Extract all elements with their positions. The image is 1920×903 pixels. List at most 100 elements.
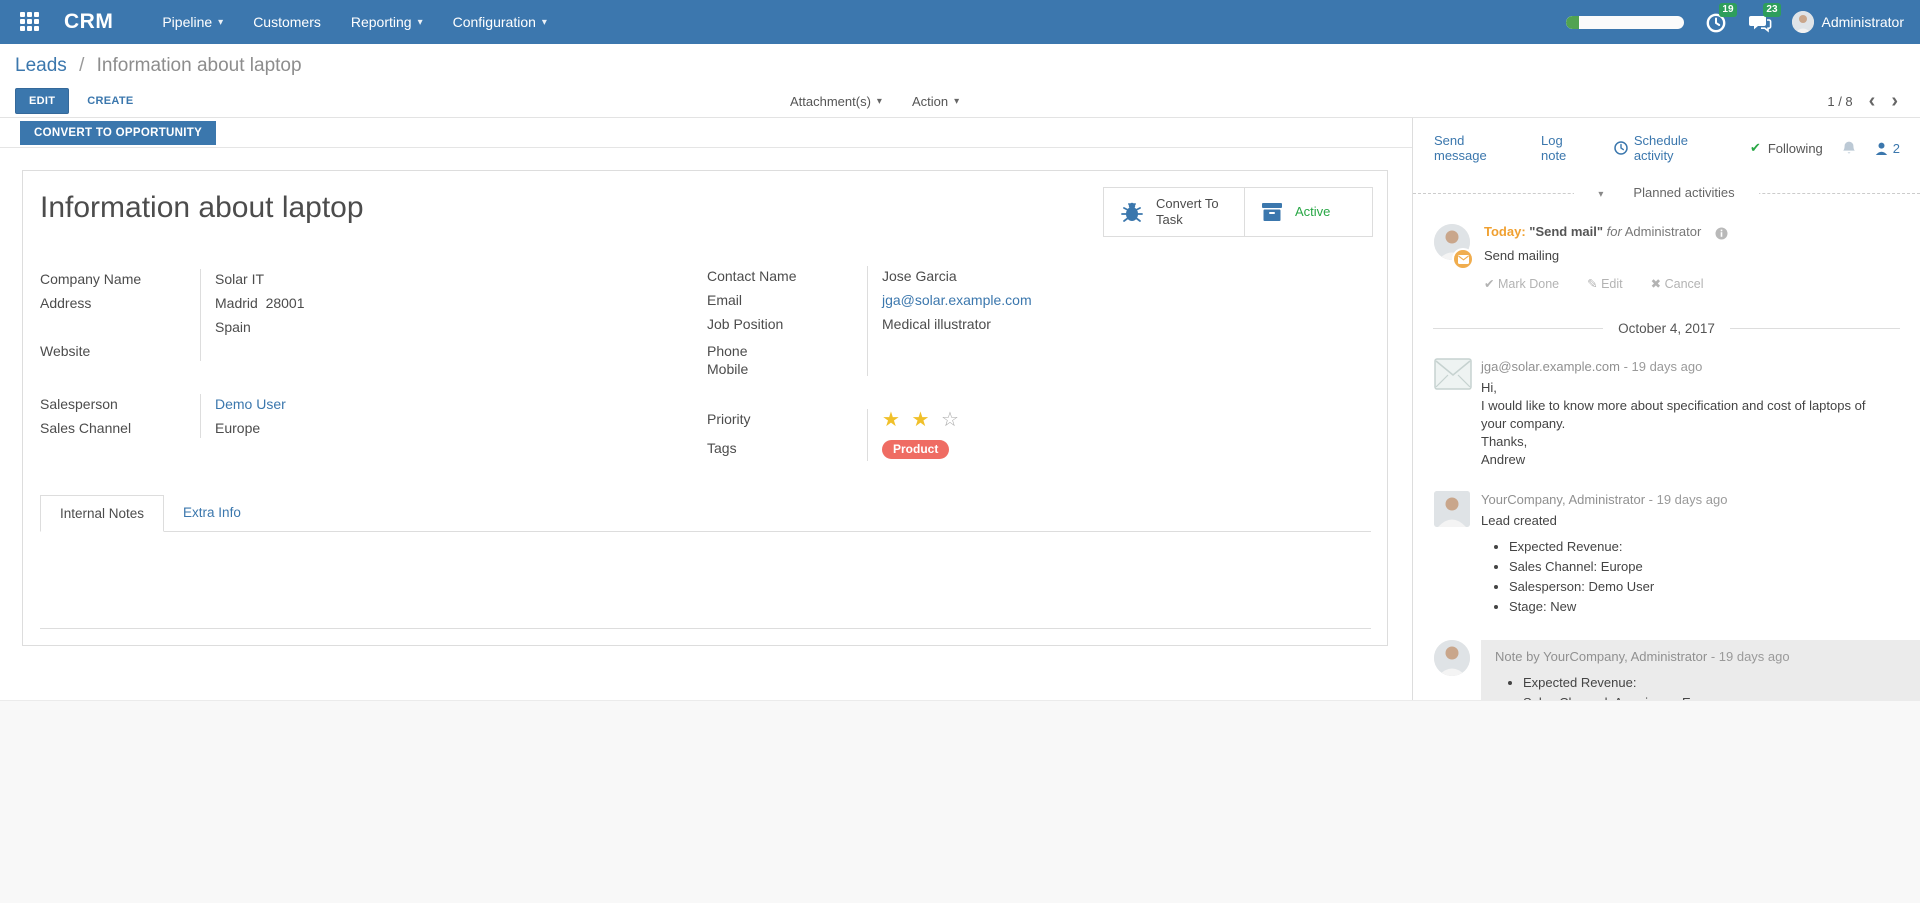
edit-activity-button[interactable]: ✎ Edit	[1587, 276, 1623, 291]
company-name-value[interactable]: Solar IT	[200, 267, 264, 291]
star-filled-icon[interactable]: ★	[912, 409, 933, 431]
tracking-value: Sales Channel: Europe	[1509, 558, 1890, 576]
sales-info-group: Salesperson Demo User Sales Channel Euro…	[40, 392, 670, 440]
field-tags: Tags Product	[707, 436, 1147, 463]
field-company-name: Company Name Solar IT	[40, 267, 670, 291]
attachments-dropdown[interactable]: Attachment(s) ▾	[790, 94, 882, 109]
activity-summary-line: Today: "Send mail" for Administrator	[1484, 224, 1728, 241]
field-address: Address Madrid 28001	[40, 291, 670, 315]
message-time: - 19 days ago	[1711, 649, 1790, 664]
edit-button[interactable]: EDIT	[15, 88, 69, 114]
breadcrumb-current: Information about laptop	[97, 55, 302, 76]
mark-done-button[interactable]: ✔ Mark Done	[1484, 276, 1559, 291]
message-author[interactable]: YourCompany, Administrator	[1481, 492, 1645, 507]
bell-icon[interactable]	[1841, 140, 1857, 156]
message-lead-created: YourCompany, Administrator - 19 days ago…	[1413, 479, 1920, 628]
tab-internal-notes[interactable]: Internal Notes	[40, 495, 164, 532]
convert-to-opportunity-button[interactable]: CONVERT TO OPPORTUNITY	[20, 121, 216, 145]
schedule-activity-button[interactable]: Schedule activity	[1614, 133, 1725, 163]
info-icon[interactable]	[1715, 226, 1728, 241]
tracking-value: Expected Revenue:	[1523, 674, 1906, 692]
pager-value: 1 / 8	[1827, 94, 1852, 109]
tracking-value: Expected Revenue:	[1509, 538, 1890, 556]
stat-buttons: Convert To Task Active	[1103, 187, 1373, 237]
following-toggle[interactable]: ✔ Following	[1750, 140, 1823, 156]
planned-activities-header: ▾Planned activities	[1413, 185, 1920, 200]
active-toggle-button[interactable]: Active	[1244, 188, 1372, 236]
user-name: Administrator	[1822, 14, 1904, 30]
followers-button[interactable]: 2	[1875, 141, 1900, 156]
field-mobile: Mobile	[707, 360, 1147, 378]
app-title: CRM	[64, 10, 113, 34]
message-author[interactable]: jga@solar.example.com	[1481, 359, 1620, 374]
form-sheet: Information about laptop Convert To Task…	[22, 170, 1388, 646]
activities-systray-button[interactable]: 19	[1704, 10, 1728, 34]
tab-extra-info[interactable]: Extra Info	[164, 495, 260, 531]
apps-menu-icon[interactable]	[20, 12, 40, 32]
field-sales-channel: Sales Channel Europe	[40, 416, 670, 440]
systray-progressbar	[1566, 16, 1684, 29]
message-author[interactable]: Note by YourCompany, Administrator	[1495, 649, 1707, 664]
log-note-button[interactable]: Log note	[1541, 133, 1589, 163]
menu-configuration[interactable]: Configuration ▾	[438, 0, 562, 44]
priority-stars[interactable]: ★ ★ ☆	[867, 407, 962, 433]
create-button[interactable]: CREATE	[81, 89, 139, 113]
message-body-line: Andrew	[1481, 451, 1890, 469]
star-empty-icon[interactable]: ☆	[941, 409, 962, 431]
field-address-country: Spain	[40, 315, 670, 339]
priority-tags-group: Priority ★ ★ ☆ Tags Product	[707, 407, 1147, 463]
menu-reporting[interactable]: Reporting ▾	[336, 0, 438, 44]
website-value[interactable]	[200, 339, 215, 347]
send-message-button[interactable]: Send message	[1434, 133, 1516, 163]
field-job-position: Job Position Medical illustrator	[707, 312, 1147, 336]
notebook: Internal Notes Extra Info	[40, 495, 1371, 629]
field-website: Website	[40, 339, 670, 363]
star-filled-icon[interactable]: ★	[882, 409, 903, 431]
date-separator: October 4, 2017	[1433, 321, 1900, 336]
pencil-icon: ✎	[1587, 277, 1597, 291]
chevron-down-icon: ▾	[542, 17, 547, 28]
breadcrumb-leads-link[interactable]: Leads	[15, 55, 67, 76]
menu-pipeline[interactable]: Pipeline ▾	[147, 0, 238, 44]
sales-channel-value[interactable]: Europe	[200, 416, 260, 440]
user-menu[interactable]: Administrator	[1792, 11, 1904, 33]
field-email: Email jga@solar.example.com	[707, 288, 1147, 312]
tag-product[interactable]: Product	[882, 440, 949, 459]
email-link[interactable]: jga@solar.example.com	[882, 292, 1032, 308]
envelope-avatar-icon	[1434, 358, 1470, 394]
salesperson-link[interactable]: Demo User	[215, 396, 286, 412]
messages-count-badge: 23	[1763, 3, 1780, 17]
field-phone: Phone	[707, 342, 1147, 360]
convert-to-task-button[interactable]: Convert To Task	[1104, 188, 1244, 236]
phone-value[interactable]	[867, 342, 882, 344]
address-country-value[interactable]: Spain	[200, 315, 251, 339]
address-city-zip-value[interactable]: Madrid 28001	[200, 291, 305, 315]
activity-detail: Send mailing	[1484, 248, 1728, 263]
pager-previous-icon[interactable]: ‹	[1869, 95, 1876, 108]
cancel-activity-button[interactable]: ✖ Cancel	[1651, 276, 1704, 291]
pager-next-icon[interactable]: ›	[1891, 95, 1898, 108]
message-time: - 19 days ago	[1649, 492, 1728, 507]
activity-count-badge: 19	[1719, 3, 1736, 17]
chevron-down-icon: ▾	[877, 96, 882, 107]
main-menu: Pipeline ▾ Customers Reporting ▾ Configu…	[147, 0, 562, 44]
messages-systray-button[interactable]: 23	[1748, 10, 1772, 34]
chevron-down-icon: ▾	[1586, 189, 1615, 200]
internal-notes-content[interactable]	[40, 532, 1371, 629]
page-background	[0, 700, 1920, 903]
bug-icon	[1120, 201, 1144, 223]
job-position-value[interactable]: Medical illustrator	[867, 312, 991, 336]
message-header: Note by YourCompany, Administrator - 19 …	[1495, 648, 1906, 666]
field-contact-name: Contact Name Jose Garcia	[707, 264, 1147, 288]
action-dropdown[interactable]: Action ▾	[912, 94, 959, 109]
contact-name-value[interactable]: Jose Garcia	[867, 264, 957, 288]
mobile-value[interactable]	[867, 360, 882, 362]
contact-info-group: Contact Name Jose Garcia Email jga@solar…	[707, 264, 1147, 378]
chevron-down-icon: ▾	[954, 96, 959, 107]
breadcrumb: Leads / Information about laptop	[15, 55, 302, 77]
planned-activity-item: Today: "Send mail" for Administrator Sen…	[1413, 206, 1920, 297]
menu-customers[interactable]: Customers	[238, 0, 336, 44]
message-header: YourCompany, Administrator - 19 days ago	[1481, 491, 1890, 509]
company-info-group: Company Name Solar IT Address Madrid 280…	[40, 267, 670, 363]
cross-icon: ✖	[1651, 277, 1661, 291]
